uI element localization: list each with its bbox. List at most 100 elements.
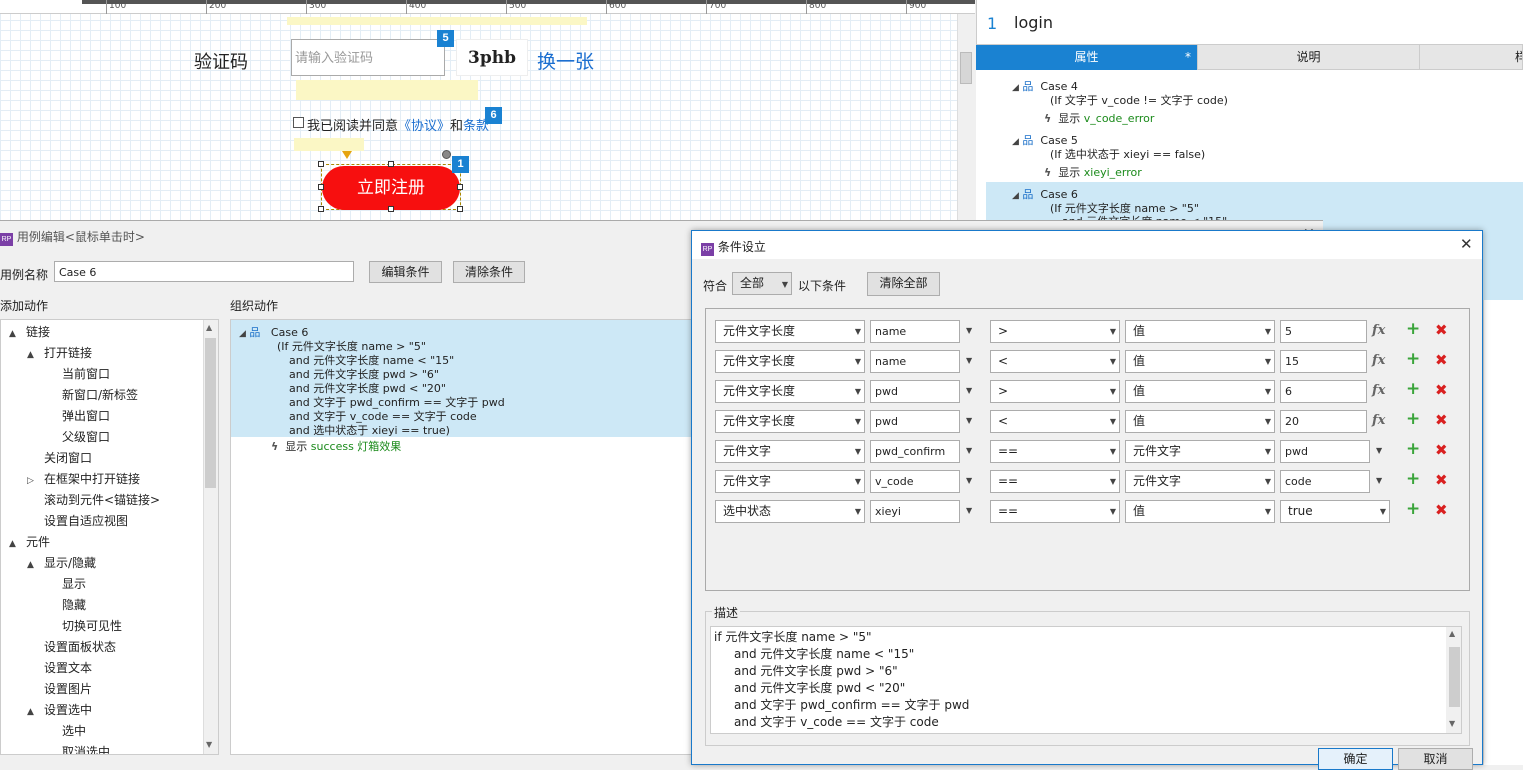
clear-condition-button[interactable]: 清除条件 [453, 261, 525, 283]
expand-toggle-icon[interactable]: ▲ [27, 350, 44, 360]
ok-button[interactable]: 确定 [1318, 748, 1393, 770]
value-type-select[interactable]: 元件文字 ▼ [1125, 470, 1275, 493]
tree-item[interactable]: 显示 [45, 575, 86, 592]
value-input[interactable]: code [1280, 470, 1370, 493]
captcha-image[interactable]: 3phb [456, 39, 528, 76]
widget-dropdown-icon[interactable]: ▼ [966, 416, 972, 425]
description-text[interactable]: if 元件文字长度 name > "5" and 元件文字长度 name < "1… [710, 626, 1462, 734]
tree-item[interactable]: ▲ 元件 [9, 533, 50, 550]
operator-select[interactable]: == ▼ [990, 440, 1120, 463]
widget-input[interactable]: name [870, 350, 960, 373]
clear-all-button[interactable]: 清除全部 [867, 272, 940, 296]
delete-row-icon[interactable]: ✖ [1435, 381, 1448, 399]
agree-checkbox[interactable] [293, 117, 304, 128]
delete-row-icon[interactable]: ✖ [1435, 441, 1448, 459]
captcha-input[interactable]: 请输入验证码 [291, 39, 445, 76]
expand-toggle-icon[interactable]: ▲ [27, 707, 44, 717]
value-input[interactable]: 5 [1280, 320, 1367, 343]
widget-input[interactable]: pwd_confirm [870, 440, 960, 463]
widget-input[interactable]: pwd [870, 380, 960, 403]
tree-item[interactable]: ▲ 链接 [9, 323, 50, 340]
widget-dropdown-icon[interactable]: ▼ [966, 476, 972, 485]
value-type-select[interactable]: 值 ▼ [1125, 500, 1275, 523]
fx-icon[interactable]: fx [1372, 323, 1385, 338]
operator-select[interactable]: > ▼ [990, 380, 1120, 403]
condition-type-select[interactable]: 选中状态 ▼ [715, 500, 865, 523]
tree-item[interactable]: 关闭窗口 [27, 449, 92, 466]
tree-item[interactable]: ▷ 在框架中打开链接 [27, 470, 140, 487]
widget-input[interactable]: pwd [870, 410, 960, 433]
tree-item[interactable]: ▲ 打开链接 [27, 344, 92, 361]
delete-row-icon[interactable]: ✖ [1435, 471, 1448, 489]
widget-input[interactable]: xieyi [870, 500, 960, 523]
fx-icon[interactable]: fx [1372, 383, 1385, 398]
scroll-down-icon[interactable]: ▼ [206, 740, 212, 749]
match-select[interactable]: 全部 ▼ [732, 272, 792, 295]
operator-select[interactable]: < ▼ [990, 350, 1120, 373]
resize-handle[interactable] [318, 184, 324, 190]
resize-handle[interactable] [318, 206, 324, 212]
tree-item[interactable]: 滚动到元件<锚链接> [27, 491, 160, 508]
tree-item[interactable]: 弹出窗口 [45, 407, 110, 424]
tree-item[interactable]: 设置图片 [27, 680, 92, 697]
delete-row-icon[interactable]: ✖ [1435, 501, 1448, 519]
add-row-icon[interactable]: + [1406, 409, 1420, 429]
protocol-link[interactable]: 《协议》 [398, 119, 450, 134]
delete-row-icon[interactable]: ✖ [1435, 411, 1448, 429]
tree-item[interactable]: 父级窗口 [45, 428, 110, 445]
case-action[interactable]: ϟ 显示 v_code_error [1044, 110, 1154, 126]
condition-type-select[interactable]: 元件文字 ▼ [715, 470, 865, 493]
tree-item[interactable]: 选中 [45, 722, 86, 739]
condition-type-select[interactable]: 元件文字 ▼ [715, 440, 865, 463]
add-row-icon[interactable]: + [1406, 439, 1420, 459]
close-icon[interactable]: ✕ [1460, 235, 1473, 253]
tab-style[interactable]: 样 [1420, 45, 1523, 70]
operator-select[interactable]: == ▼ [990, 500, 1120, 523]
condition-type-select[interactable]: 元件文字长度 ▼ [715, 410, 865, 433]
fx-icon[interactable]: fx [1372, 353, 1385, 368]
add-row-icon[interactable]: + [1406, 469, 1420, 489]
register-button[interactable]: 立即注册 [322, 166, 460, 210]
expand-toggle-icon[interactable]: ▲ [9, 329, 26, 339]
add-row-icon[interactable]: + [1406, 319, 1420, 339]
operator-select[interactable]: == ▼ [990, 470, 1120, 493]
widget-dropdown-icon[interactable]: ▼ [966, 326, 972, 335]
tree-item[interactable]: 设置文本 [27, 659, 92, 676]
change-captcha-link[interactable]: 换一张 [537, 47, 594, 74]
value-select[interactable]: true ▼ [1280, 500, 1390, 523]
cancel-button[interactable]: 取消 [1398, 748, 1473, 770]
tree-item[interactable]: 隐藏 [45, 596, 86, 613]
widget-dropdown-icon[interactable]: ▼ [966, 386, 972, 395]
canvas-scroll-thumb[interactable] [960, 52, 972, 84]
tree-item[interactable]: 新窗口/新标签 [45, 386, 138, 403]
delete-row-icon[interactable]: ✖ [1435, 321, 1448, 339]
value-type-select[interactable]: 值 ▼ [1125, 410, 1275, 433]
organize-action-item[interactable]: ϟ 显示 success 灯箱效果 [271, 438, 401, 454]
design-canvas[interactable]: 100 200 300 400 500 600 700 800 900 验证码 请输入验证码 5… [0, 0, 975, 220]
tree-item[interactable]: 设置自适应视图 [27, 512, 128, 529]
tree-item[interactable]: ▲ 设置选中 [27, 701, 92, 718]
expand-toggle-icon[interactable]: ▲ [27, 560, 44, 570]
value-input[interactable]: 20 [1280, 410, 1367, 433]
expand-toggle-icon[interactable]: ▷ [27, 476, 44, 486]
tree-scroll-thumb[interactable] [205, 338, 216, 488]
add-row-icon[interactable]: + [1406, 379, 1420, 399]
resize-handle[interactable] [388, 161, 394, 167]
resize-handle[interactable] [318, 161, 324, 167]
tree-item[interactable]: 取消选中 [45, 743, 110, 754]
edit-condition-button[interactable]: 编辑条件 [369, 261, 442, 283]
value-input[interactable]: 6 [1280, 380, 1367, 403]
widget-input[interactable]: name [870, 320, 960, 343]
scroll-down-icon[interactable]: ▼ [1449, 719, 1455, 728]
widget-dropdown-icon[interactable]: ▼ [966, 446, 972, 455]
value-type-select[interactable]: 元件文字 ▼ [1125, 440, 1275, 463]
value-type-select[interactable]: 值 ▼ [1125, 380, 1275, 403]
tree-item[interactable]: ▲ 显示/隐藏 [27, 554, 96, 571]
case-action[interactable]: ϟ 显示 xieyi_error [1044, 164, 1142, 180]
tab-notes[interactable]: 说明 [1198, 45, 1420, 70]
page-name[interactable]: login [1014, 13, 1053, 32]
tree-item[interactable]: 当前窗口 [45, 365, 110, 382]
value-dropdown-icon[interactable]: ▼ [1376, 476, 1382, 485]
widget-dropdown-icon[interactable]: ▼ [966, 356, 972, 365]
expand-toggle-icon[interactable]: ▲ [9, 539, 26, 549]
